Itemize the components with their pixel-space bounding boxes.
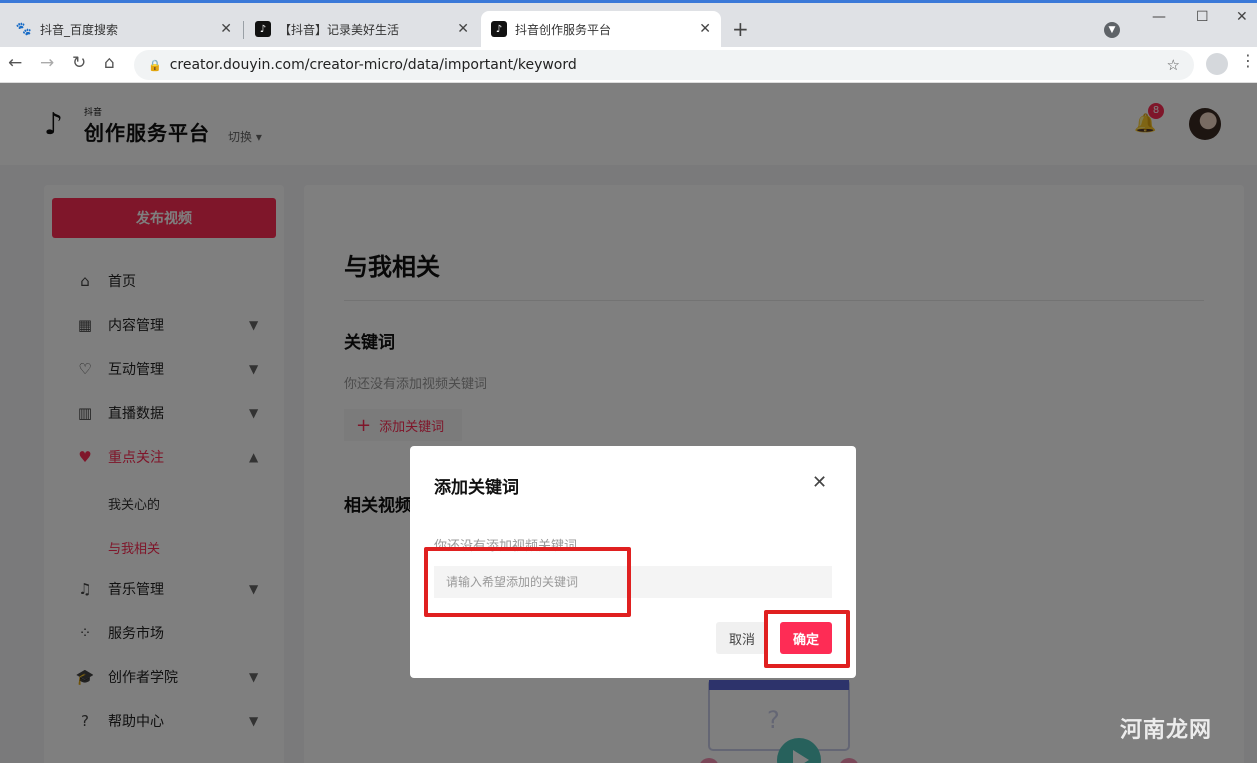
dialog-title: 添加关键词: [434, 478, 519, 498]
close-tab-icon[interactable]: ✕: [699, 21, 711, 37]
tab-separator: [243, 21, 244, 39]
cancel-button[interactable]: 取消: [716, 622, 768, 654]
tab-search-icon[interactable]: ▼: [1104, 22, 1120, 38]
close-icon[interactable]: ✕: [812, 472, 827, 493]
close-tab-icon[interactable]: ✕: [457, 21, 469, 37]
tiktok-icon: ♪: [491, 21, 507, 37]
tab-title: 【抖音】记录美好生活: [279, 22, 400, 37]
tiktok-icon: ♪: [255, 21, 271, 37]
browser-tab-baidu[interactable]: 🐾 抖音_百度搜索 ✕: [6, 11, 242, 47]
highlight-box-confirm: [764, 610, 850, 668]
baidu-paw-icon: 🐾: [15, 21, 33, 37]
url-text: creator.douyin.com/creator-micro/data/im…: [169, 57, 577, 73]
browser-tab-bar: 🐾 抖音_百度搜索 ✕ ♪ 【抖音】记录美好生活 ✕ ♪ 抖音创作服务平台 ✕ …: [0, 3, 1257, 47]
tab-title: 抖音_百度搜索: [40, 22, 119, 37]
tab-title: 抖音创作服务平台: [515, 22, 612, 37]
reload-icon[interactable]: ↻: [72, 53, 86, 73]
back-arrow-icon[interactable]: ←: [8, 53, 22, 73]
menu-kebab-icon[interactable]: ⋮: [1240, 51, 1256, 70]
address-bar: ← → ↻ ⌂ 🔒 creator.douyin.com/creator-mic…: [0, 47, 1257, 83]
watermark: 河南龙网: [1120, 718, 1213, 743]
maximize-icon[interactable]: ☐: [1196, 9, 1209, 25]
close-tab-icon[interactable]: ✕: [220, 21, 232, 37]
forward-arrow-icon[interactable]: →: [40, 53, 54, 73]
highlight-box-input: [424, 547, 631, 617]
browser-tab-creator[interactable]: ♪ 抖音创作服务平台 ✕: [481, 11, 721, 47]
browser-tab-douyin[interactable]: ♪ 【抖音】记录美好生活 ✕: [245, 11, 479, 47]
window-close-icon[interactable]: ✕: [1236, 9, 1248, 25]
new-tab-icon[interactable]: +: [732, 17, 749, 41]
url-field[interactable]: 🔒 creator.douyin.com/creator-micro/data/…: [134, 50, 1194, 80]
bookmark-star-icon[interactable]: ☆: [1167, 56, 1180, 74]
profile-avatar-icon[interactable]: [1206, 53, 1228, 75]
lock-icon: 🔒: [148, 58, 162, 72]
minimize-icon[interactable]: —: [1152, 9, 1166, 25]
home-icon[interactable]: ⌂: [104, 53, 115, 73]
